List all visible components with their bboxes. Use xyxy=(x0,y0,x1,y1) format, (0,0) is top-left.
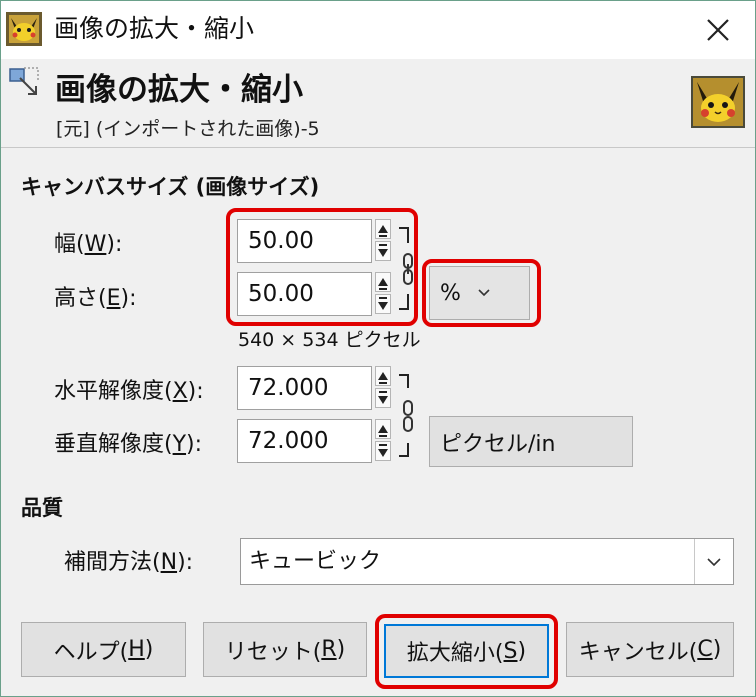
resolution-chain-bracket-bottom xyxy=(399,443,409,457)
resolution-unit-dropdown[interactable]: ピクセル/in xyxy=(429,416,633,467)
width-spin-up-button[interactable] xyxy=(375,219,391,239)
spin-down-icon xyxy=(378,249,388,257)
x-resolution-spin-down-button[interactable] xyxy=(375,388,391,408)
width-label-tail: ): xyxy=(106,232,123,257)
y-resolution-input[interactable] xyxy=(237,419,372,463)
help-button[interactable]: ヘルプ(H) xyxy=(21,622,186,677)
spin-bar-icon xyxy=(379,382,387,384)
cancel-button-text: キャンセル( xyxy=(578,639,698,665)
reset-button-tail: ) xyxy=(336,637,346,662)
x-resolution-label: 水平解像度(X): xyxy=(54,377,204,407)
cancel-button-tail: ) xyxy=(712,637,722,662)
chevron-down-icon xyxy=(478,289,490,297)
scale-button-text: 拡大縮小( xyxy=(406,641,504,666)
y-resolution-spinner xyxy=(375,419,393,463)
spin-down-icon xyxy=(378,396,388,404)
interpolation-label-text: 補間方法( xyxy=(64,550,161,575)
scale-image-icon xyxy=(9,67,39,95)
x-resolution-label-key: X xyxy=(172,379,188,404)
resolution-chain-bracket-top xyxy=(399,374,409,388)
width-spin-down-button[interactable] xyxy=(375,241,391,261)
width-label-key: W xyxy=(84,232,107,257)
scale-button-tail: ) xyxy=(517,638,527,664)
height-spinner xyxy=(375,272,393,316)
size-chain-bracket-top xyxy=(399,227,409,243)
reset-button-text: リセット( xyxy=(224,639,322,665)
spin-bar-icon xyxy=(379,391,387,393)
spin-up-icon xyxy=(378,425,388,433)
spin-up-icon xyxy=(378,225,388,233)
height-label-text: 高さ( xyxy=(54,286,107,311)
chain-link-icon[interactable] xyxy=(401,252,415,286)
height-spin-up-button[interactable] xyxy=(375,272,391,292)
x-resolution-input[interactable] xyxy=(237,366,372,410)
y-resolution-label-tail: ): xyxy=(186,432,203,457)
pikachu-thumbnail-icon xyxy=(6,12,42,46)
spin-bar-icon xyxy=(379,444,387,446)
spin-bar-icon xyxy=(379,244,387,246)
y-resolution-label-key: Y xyxy=(172,432,187,457)
reset-button-key: R xyxy=(321,637,337,662)
height-input[interactable] xyxy=(237,272,372,316)
spin-bar-icon xyxy=(379,297,387,299)
spin-bar-icon xyxy=(379,288,387,290)
pikachu-thumbnail-icon xyxy=(691,76,745,128)
interpolation-dropdown-arrow[interactable] xyxy=(694,539,733,584)
pixel-size-readout: 540 × 534 ピクセル xyxy=(238,329,421,351)
interpolation-dropdown[interactable]: キュービック xyxy=(240,538,734,585)
spin-bar-icon xyxy=(379,435,387,437)
x-resolution-label-tail: ): xyxy=(187,379,204,404)
x-resolution-spinner xyxy=(375,366,393,410)
close-icon xyxy=(707,19,729,41)
height-label: 高さ(E): xyxy=(54,284,137,314)
height-label-key: E xyxy=(106,286,121,311)
header-title: 画像の拡大・縮小 xyxy=(55,72,303,108)
close-button[interactable] xyxy=(700,12,736,48)
interpolation-label-key: N xyxy=(160,550,178,575)
width-input[interactable] xyxy=(237,219,372,263)
spin-down-icon xyxy=(378,449,388,457)
cancel-button-key: C xyxy=(697,637,713,662)
canvas-size-section-title: キャンバスサイズ (画像サイズ) xyxy=(21,175,320,199)
height-label-tail: ): xyxy=(120,286,137,311)
width-spinner xyxy=(375,219,393,263)
spin-up-icon xyxy=(378,278,388,286)
interpolation-label: 補間方法(N): xyxy=(64,548,193,578)
size-unit-dropdown[interactable]: % xyxy=(429,266,530,320)
help-button-key: H xyxy=(128,637,145,662)
y-resolution-label-text: 垂直解像度( xyxy=(54,432,173,457)
width-label-text: 幅( xyxy=(54,232,85,257)
quality-section-title: 品質 xyxy=(21,496,63,520)
help-button-tail: ) xyxy=(144,637,154,662)
cancel-button[interactable]: キャンセル(C) xyxy=(566,622,734,677)
x-resolution-spin-up-button[interactable] xyxy=(375,366,391,386)
size-chain-bracket-bottom xyxy=(399,294,409,310)
interpolation-label-tail: ): xyxy=(177,550,194,575)
spin-down-icon xyxy=(378,302,388,310)
size-unit-value: % xyxy=(440,280,461,306)
y-resolution-spin-down-button[interactable] xyxy=(375,441,391,461)
chain-link-icon[interactable] xyxy=(401,399,415,433)
height-spin-down-button[interactable] xyxy=(375,294,391,314)
y-resolution-spin-up-button[interactable] xyxy=(375,419,391,439)
help-button-text: ヘルプ( xyxy=(53,639,129,665)
x-resolution-label-text: 水平解像度( xyxy=(54,379,173,404)
scale-button[interactable]: 拡大縮小(S) xyxy=(384,624,549,678)
y-resolution-label: 垂直解像度(Y): xyxy=(54,430,202,460)
spin-up-icon xyxy=(378,372,388,380)
chevron-down-icon xyxy=(707,557,721,566)
spin-bar-icon xyxy=(379,235,387,237)
window-title: 画像の拡大・縮小 xyxy=(54,14,255,43)
interpolation-value: キュービック xyxy=(249,549,382,574)
reset-button[interactable]: リセット(R) xyxy=(203,622,367,677)
scale-button-key: S xyxy=(503,638,518,664)
header-subtitle: [元] (インポートされた画像)-5 xyxy=(56,118,320,140)
width-label: 幅(W): xyxy=(54,230,122,260)
